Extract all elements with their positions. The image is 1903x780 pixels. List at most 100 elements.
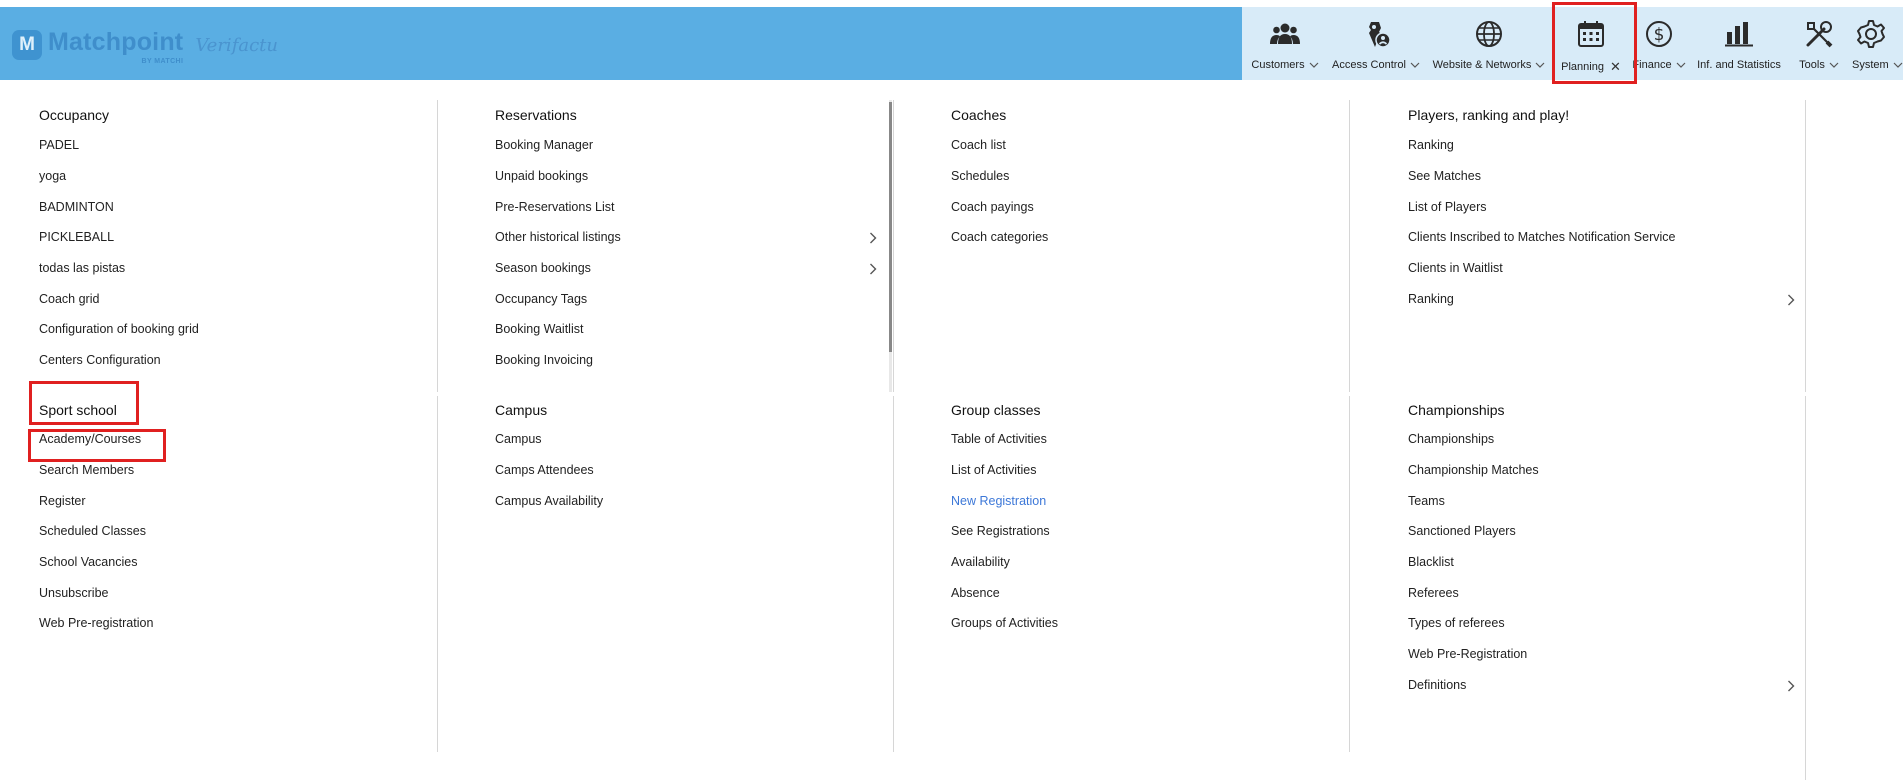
menu-item-booking-waitlist[interactable]: Booking Waitlist (495, 322, 583, 336)
chevron-down-icon (1676, 62, 1685, 68)
matchpoint-logo-icon: M (12, 30, 42, 60)
menu-item-todas-las-pistas[interactable]: todas las pistas (39, 261, 125, 275)
nav-label-customers: Customers (1251, 59, 1305, 71)
menu-item-scheduled-classes[interactable]: Scheduled Classes (39, 524, 146, 538)
menu-item-availability[interactable]: Availability (951, 555, 1010, 569)
menu-item-occupancy-tags[interactable]: Occupancy Tags (495, 292, 587, 306)
menu-item-ranking-submenu[interactable]: Ranking (1408, 292, 1454, 306)
menu-item-register[interactable]: Register (39, 494, 86, 508)
column-divider (893, 100, 894, 392)
brand-sub: BY MATCHI (141, 57, 184, 65)
menu-item-groups-of-activities[interactable]: Groups of Activities (951, 616, 1058, 630)
menu-item-see-matches[interactable]: See Matches (1408, 169, 1481, 183)
menu-item-booking-manager[interactable]: Booking Manager (495, 138, 593, 152)
menu-item-table-of-activities[interactable]: Table of Activities (951, 432, 1047, 446)
menu-item-championships[interactable]: Championships (1408, 432, 1494, 446)
column-divider (1349, 396, 1350, 752)
bar-chart-icon (1722, 17, 1756, 51)
nav-label-system: System (1852, 59, 1889, 71)
section-title-sport-school: Sport school (39, 402, 117, 418)
nav-label-access-control: Access Control (1332, 59, 1406, 71)
menu-item-matches-notification[interactable]: Clients Inscribed to Matches Notificatio… (1408, 230, 1675, 244)
menu-item-referees[interactable]: Referees (1408, 586, 1459, 600)
nav-label-statistics: Inf. and Statistics (1697, 59, 1781, 71)
menu-item-centers-config[interactable]: Centers Configuration (39, 353, 161, 367)
menu-item-blacklist[interactable]: Blacklist (1408, 555, 1454, 569)
nav-website-networks[interactable]: Website & Networks (1430, 7, 1548, 80)
column-divider (893, 396, 894, 752)
menu-item-booking-invoicing[interactable]: Booking Invoicing (495, 353, 593, 367)
nav-customers[interactable]: Customers (1247, 7, 1323, 80)
menu-item-campus-availability[interactable]: Campus Availability (495, 494, 603, 508)
chevron-right-icon[interactable] (869, 232, 877, 244)
menu-item-school-vacancies[interactable]: School Vacancies (39, 555, 137, 569)
menu-item-new-registration[interactable]: New Registration (951, 494, 1046, 508)
planning-mega-menu: Occupancy PADEL yoga BADMINTON PICKLEBAL… (0, 80, 1903, 780)
menu-item-list-of-activities[interactable]: List of Activities (951, 463, 1036, 477)
svg-text:$: $ (1654, 25, 1665, 45)
scrollbar-thumb[interactable] (889, 102, 892, 352)
chevron-down-icon (1309, 62, 1319, 68)
menu-item-see-registrations[interactable]: See Registrations (951, 524, 1050, 538)
menu-item-booking-grid-config[interactable]: Configuration of booking grid (39, 322, 199, 336)
brand-text: Matchpoint BY MATCHI (48, 29, 183, 65)
menu-item-teams[interactable]: Teams (1408, 494, 1445, 508)
menu-item-ranking[interactable]: Ranking (1408, 138, 1454, 152)
menu-item-unpaid-bookings[interactable]: Unpaid bookings (495, 169, 588, 183)
menu-item-academy-courses[interactable]: Academy/Courses (39, 432, 141, 446)
chevron-right-icon[interactable] (1787, 294, 1795, 306)
menu-item-list-of-players[interactable]: List of Players (1408, 200, 1487, 214)
nav-system[interactable]: System (1850, 7, 1903, 80)
section-title-campus: Campus (495, 402, 548, 418)
menu-item-pickleball[interactable]: PICKLEBALL (39, 230, 114, 244)
chevron-down-icon (1893, 62, 1903, 68)
menu-item-coach-grid[interactable]: Coach grid (39, 292, 99, 306)
chevron-down-icon (1535, 62, 1545, 68)
nav-label-finance: Finance (1632, 59, 1672, 71)
verifactu-logo: Verifactu (195, 34, 278, 56)
menu-item-championship-matches[interactable]: Championship Matches (1408, 463, 1539, 477)
chevron-right-icon[interactable] (869, 263, 877, 275)
nav-statistics[interactable]: Inf. and Statistics (1695, 7, 1783, 80)
column-divider (437, 100, 438, 392)
column-divider (437, 396, 438, 752)
menu-item-search-members[interactable]: Search Members (39, 463, 134, 477)
menu-item-definitions[interactable]: Definitions (1408, 678, 1466, 692)
nav-label-tools: Tools (1799, 59, 1825, 71)
section-title-group-classes: Group classes (951, 402, 1041, 418)
menu-item-unsubscribe[interactable]: Unsubscribe (39, 586, 108, 600)
menu-item-season-bookings[interactable]: Season bookings (495, 261, 591, 275)
menu-item-campus[interactable]: Campus (495, 432, 542, 446)
chevron-down-icon (1829, 62, 1839, 68)
column-divider (1805, 396, 1806, 780)
menu-item-pre-reservations[interactable]: Pre-Reservations List (495, 200, 615, 214)
menu-item-types-of-referees[interactable]: Types of referees (1408, 616, 1505, 630)
section-title-coaches: Coaches (951, 107, 1007, 123)
menu-item-coach-list[interactable]: Coach list (951, 138, 1006, 152)
users-icon (1268, 17, 1302, 51)
menu-item-other-historical[interactable]: Other historical listings (495, 230, 621, 244)
menu-item-padel[interactable]: PADEL (39, 138, 79, 152)
access-lock-icon (1359, 17, 1393, 51)
section-title-players: Players, ranking and play! (1408, 107, 1570, 123)
nav-tools[interactable]: Tools (1792, 7, 1846, 80)
column-divider (1349, 100, 1350, 392)
dollar-icon: $ (1642, 17, 1676, 51)
nav-access-control[interactable]: Access Control (1328, 7, 1424, 80)
menu-item-sanctioned-players[interactable]: Sanctioned Players (1408, 524, 1516, 538)
menu-item-camps-attendees[interactable]: Camps Attendees (495, 463, 594, 477)
menu-item-coach-categories[interactable]: Coach categories (951, 230, 1048, 244)
chevron-right-icon[interactable] (1787, 680, 1795, 692)
chevron-down-icon (1410, 62, 1420, 68)
menu-item-coach-payings[interactable]: Coach payings (951, 200, 1034, 214)
brand[interactable]: M Matchpoint BY MATCHI Verifactu (12, 25, 278, 65)
section-title-occupancy: Occupancy (39, 107, 110, 123)
menu-item-absence[interactable]: Absence (951, 586, 1000, 600)
menu-item-schedules[interactable]: Schedules (951, 169, 1009, 183)
menu-item-badminton[interactable]: BADMINTON (39, 200, 114, 214)
nav-finance[interactable]: $ Finance (1631, 7, 1687, 80)
menu-item-web-pre-registration-champ[interactable]: Web Pre-Registration (1408, 647, 1527, 661)
menu-item-clients-waitlist[interactable]: Clients in Waitlist (1408, 261, 1503, 275)
menu-item-yoga[interactable]: yoga (39, 169, 66, 183)
menu-item-web-pre-registration[interactable]: Web Pre-registration (39, 616, 153, 630)
